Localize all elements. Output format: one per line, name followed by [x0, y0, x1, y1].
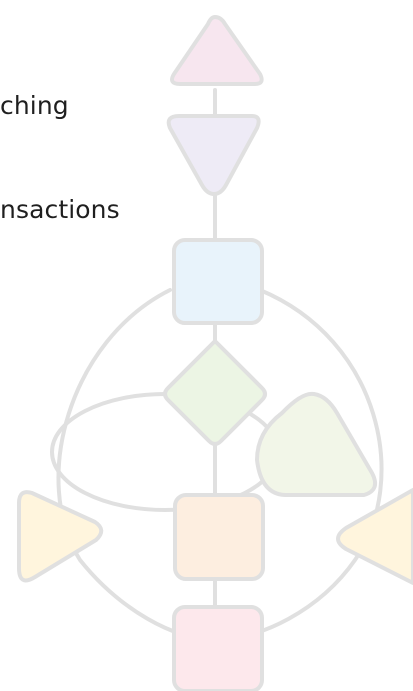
left-triangle-node — [17, 490, 104, 583]
top-triangle-node — [170, 15, 264, 86]
upper-square-node — [172, 238, 264, 325]
page: ching nsactions — [0, 0, 413, 691]
center-square-node — [173, 493, 265, 581]
bottom-square-node — [172, 605, 264, 691]
second-triangle-node — [166, 114, 261, 196]
diamond-node — [163, 339, 267, 446]
right-triangle-node — [255, 391, 378, 497]
flow-diagram — [0, 0, 413, 691]
